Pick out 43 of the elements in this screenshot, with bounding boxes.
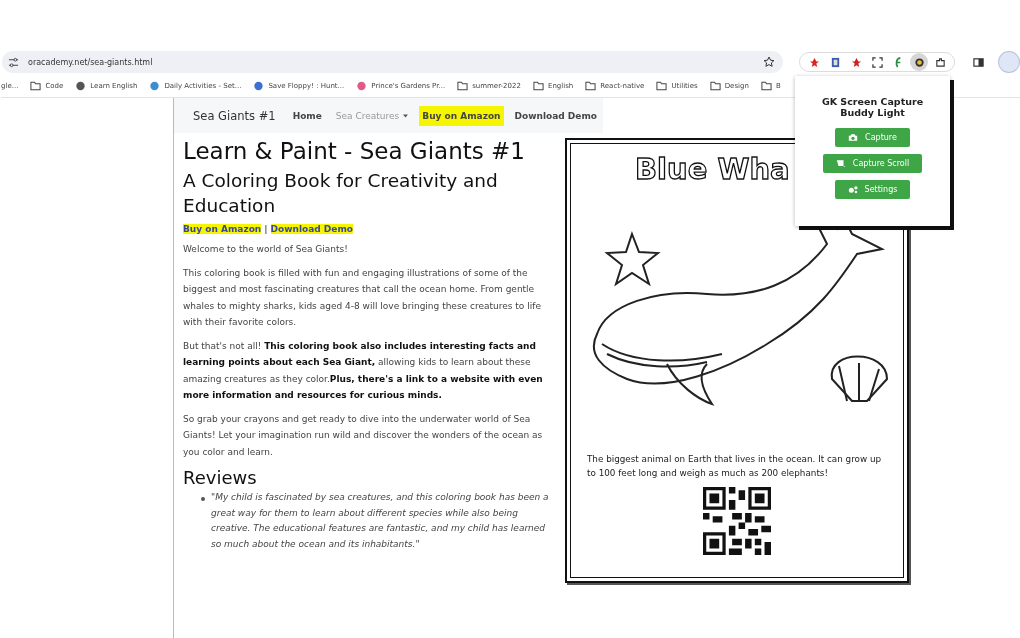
page-subtitle: A Coloring Book for Creativity and Education	[183, 169, 499, 218]
bullet-icon	[201, 497, 205, 501]
caret-icon	[403, 113, 409, 118]
popup-title: GK Screen Capture Buddy Light	[820, 96, 925, 118]
side-panel-icon[interactable]	[973, 56, 985, 68]
extensions-icon[interactable]	[934, 56, 946, 68]
nav-link[interactable]: Buy on Amazon	[419, 105, 504, 126]
nav-link[interactable]: Home	[289, 105, 325, 126]
text-link[interactable]: Download Demo	[270, 224, 353, 234]
qr-code-icon	[703, 487, 771, 555]
address-bar[interactable]: oracademy.net/sea-giants.html	[2, 51, 784, 73]
page-title: Learn & Paint - Sea Giants #1	[183, 138, 526, 164]
text-link[interactable]: Buy on Amazon	[183, 224, 262, 234]
site-favicon-icon	[75, 81, 87, 91]
paragraph: Welcome to the world of Sea Giants!	[183, 243, 349, 256]
site-favicon-icon	[149, 81, 161, 91]
folder-icon	[532, 81, 544, 91]
section-heading: Reviews	[183, 467, 258, 488]
scroll-icon	[835, 159, 846, 168]
review-quote: "My child is fascinated by sea creatures, and this coloring book has been a great way for them to learn about different species while also being creative. The educational features are fantastic, and my child has learned so much about the ocean and its inhabitants."	[211, 491, 550, 551]
paragraph: So grab your crayons and get ready to dive into the underwater world of Sea Giants! Let your imagination run wild and discover the wonders of the ocean as you color and learn.	[183, 412, 544, 459]
folder-icon	[760, 81, 772, 91]
seashell-drawing	[831, 355, 888, 402]
folder-icon	[656, 81, 668, 91]
screenshot-icon[interactable]	[871, 56, 883, 68]
camera-icon	[848, 133, 859, 142]
coloring-page-title: Blue Wha	[635, 152, 790, 186]
coloring-page-caption: The biggest animal on Earth that lives in the ocean. It can grow up to 100 feet long and weigh as much as 200 elephants!	[586, 453, 883, 480]
link-separator: |	[264, 224, 268, 234]
brand-link[interactable]: Sea Giants #1	[193, 108, 276, 123]
site-settings-icon[interactable]	[8, 56, 19, 68]
paragraph: But that's not all! This coloring book also includes interesting facts and learning points about each Sea Giant, allowing kids to learn about these amazing creatures as they color.Plus, there's a link to a website with even more information and resources for curious minds.	[183, 339, 544, 402]
folder-icon	[709, 81, 721, 91]
folder-icon	[585, 81, 597, 91]
starfish-drawing	[604, 231, 661, 287]
folder-icon	[30, 81, 42, 91]
url-text: oracademy.net/sea-giants.html	[28, 57, 154, 67]
site-favicon-icon	[356, 81, 368, 91]
site-favicon-icon	[253, 81, 265, 91]
bookmark-star-icon[interactable]	[763, 56, 776, 68]
paragraph: This coloring book is filled with fun and engaging illustrations of some of the biggest and most fascinating creatures that call the ocean home. From gentle whales to mighty sharks, kids aged 4-8 will love bringing these creatures to life with their favorite colors.	[183, 266, 542, 329]
folder-icon	[457, 81, 469, 91]
nav-link[interactable]: Download Demo	[511, 105, 600, 126]
